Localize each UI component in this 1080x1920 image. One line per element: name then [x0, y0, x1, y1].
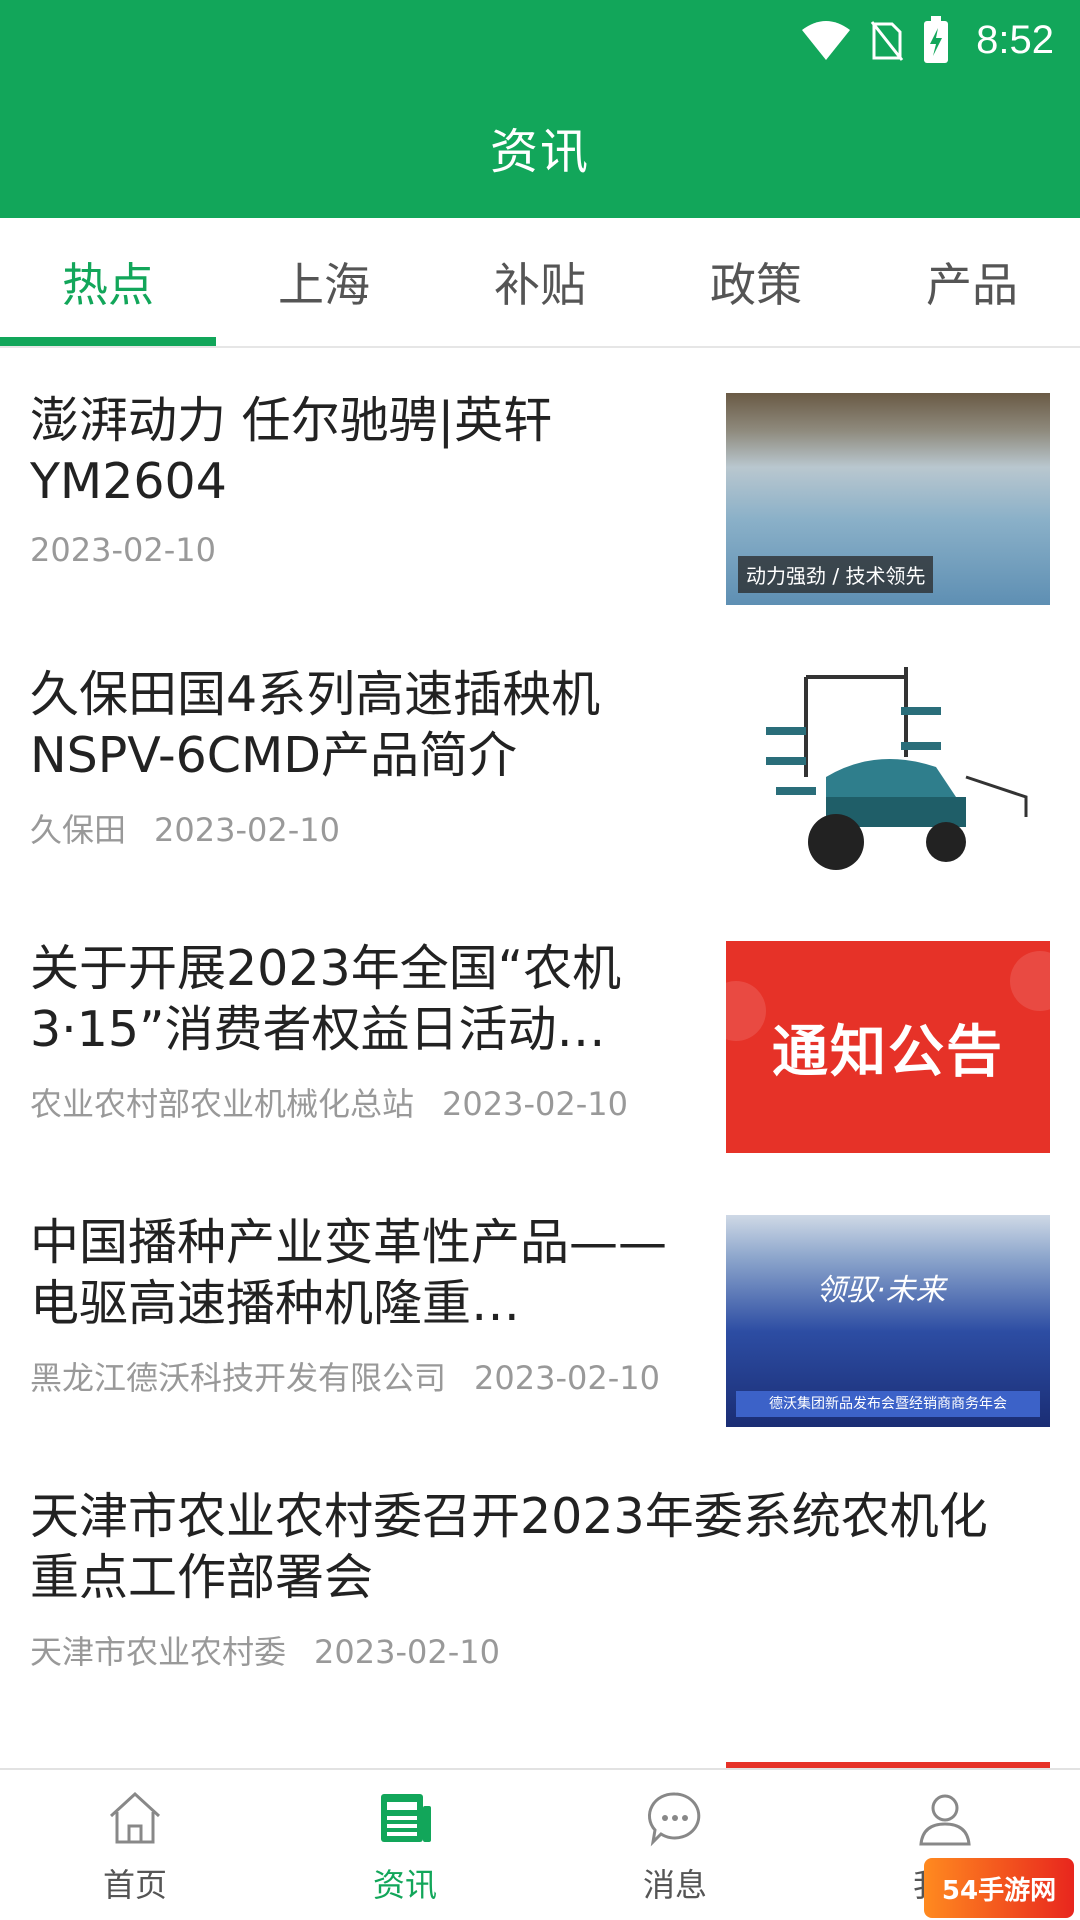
nav-messages[interactable]: 消息: [540, 1770, 810, 1920]
thumbnail-script-text: 领驭·未来: [816, 1273, 946, 1308]
status-bar: 8:52: [0, 0, 1080, 80]
status-time: 8:52: [976, 17, 1054, 62]
news-source: 农业农村部农业机械化总站: [30, 1085, 415, 1123]
wifi-icon: [800, 18, 852, 62]
notice-graphic-text: 通知公告: [772, 1019, 1004, 1085]
news-icon: [373, 1786, 437, 1850]
tab-product[interactable]: 产品: [864, 218, 1080, 346]
decor-circle: [726, 981, 766, 1041]
thumbnail-banner: 德沃集团新品发布会暨经销商商务年会: [736, 1391, 1040, 1417]
app-header: 8:52 资讯: [0, 0, 1080, 218]
nav-news-label: 资讯: [372, 1866, 437, 1904]
news-date: 2023-02-10: [30, 531, 216, 569]
user-icon: [913, 1786, 977, 1850]
news-item[interactable]: 天津市农业农村委召开2023年委系统农机化重点工作部署会 天津市农业农村委 202…: [0, 1446, 1080, 1720]
rice-transplanter-image: [766, 667, 1028, 870]
news-source: 天津市农业农村委: [30, 1633, 287, 1671]
battery-charging-icon: [922, 16, 950, 64]
bottom-nav: 首页 资讯 消息 我的: [0, 1768, 1080, 1920]
news-date: 2023-02-10: [442, 1085, 628, 1123]
news-item[interactable]: 中国播种产业变革性产品——电驱高速播种机隆重… 黑龙江德沃科技开发有限公司 202…: [0, 1172, 1080, 1446]
news-date: 2023-02-10: [474, 1359, 660, 1397]
tab-shanghai[interactable]: 上海: [216, 218, 432, 346]
news-list: 澎湃动力 任尔驰骋|英轩YM2604 2023-02-10 动力强劲 / 技术领…: [0, 350, 1080, 1768]
news-thumbnail: 通知公告: [726, 941, 1050, 1153]
home-icon: [103, 1786, 167, 1850]
news-thumbnail: 领驭·未来 德沃集团新品发布会暨经销商商务年会: [726, 1215, 1050, 1427]
decor-circle: [1010, 951, 1050, 1011]
nav-news[interactable]: 资讯: [270, 1770, 540, 1920]
news-meta: 久保田 2023-02-10: [30, 805, 340, 851]
nav-messages-label: 消息: [642, 1866, 707, 1904]
news-source: 黑龙江德沃科技开发有限公司: [30, 1359, 447, 1397]
news-title: 中国播种产业变革性产品——电驱高速播种机隆重…: [30, 1214, 668, 1332]
news-item[interactable]: 关于开展2023年全国“农机3·15”消费者权益日活动… 农业农村部农业机械化总…: [0, 898, 1080, 1172]
news-meta: 2023-02-10: [30, 531, 216, 569]
news-thumbnail: [726, 667, 1050, 879]
tab-subsidy[interactable]: 补贴: [432, 218, 648, 346]
tab-policy[interactable]: 政策: [648, 218, 864, 346]
page-title: 资讯: [489, 124, 590, 180]
watermark-logo: 54手游网: [924, 1858, 1074, 1918]
active-tab-indicator: [0, 337, 216, 346]
news-meta: 农业农村部农业机械化总站 2023-02-10: [30, 1079, 628, 1125]
tab-hot[interactable]: 热点: [0, 218, 216, 346]
no-sim-icon: [870, 18, 904, 62]
news-item[interactable]: 澎湃动力 任尔驰骋|英轩YM2604 2023-02-10 动力强劲 / 技术领…: [0, 350, 1080, 624]
nav-home[interactable]: 首页: [0, 1770, 270, 1920]
category-tabs: 热点 上海 补贴 政策 产品: [0, 218, 1080, 348]
news-title: 久保田国4系列高速插秧机NSPV-6CMD产品简介: [30, 666, 601, 784]
thumbnail-caption: 动力强劲 / 技术领先: [738, 556, 934, 593]
message-icon: [643, 1786, 707, 1850]
news-date: 2023-02-10: [154, 811, 340, 849]
news-meta: 黑龙江德沃科技开发有限公司 2023-02-10: [30, 1353, 660, 1399]
news-title: 澎湃动力 任尔驰骋|英轩YM2604: [30, 392, 553, 510]
news-title: 关于开展2023年全国“农机3·15”消费者权益日活动…: [30, 940, 622, 1058]
news-thumbnail: 动力强劲 / 技术领先: [726, 393, 1050, 605]
nav-home-label: 首页: [102, 1866, 167, 1904]
news-meta: 天津市农业农村委 2023-02-10: [30, 1627, 500, 1673]
news-source: 久保田: [30, 811, 127, 849]
news-item[interactable]: 久保田国4系列高速插秧机NSPV-6CMD产品简介 久保田 2023-02-10: [0, 624, 1080, 898]
news-title: 天津市农业农村委召开2023年委系统农机化重点工作部署会: [30, 1488, 988, 1606]
news-date: 2023-02-10: [314, 1633, 500, 1671]
